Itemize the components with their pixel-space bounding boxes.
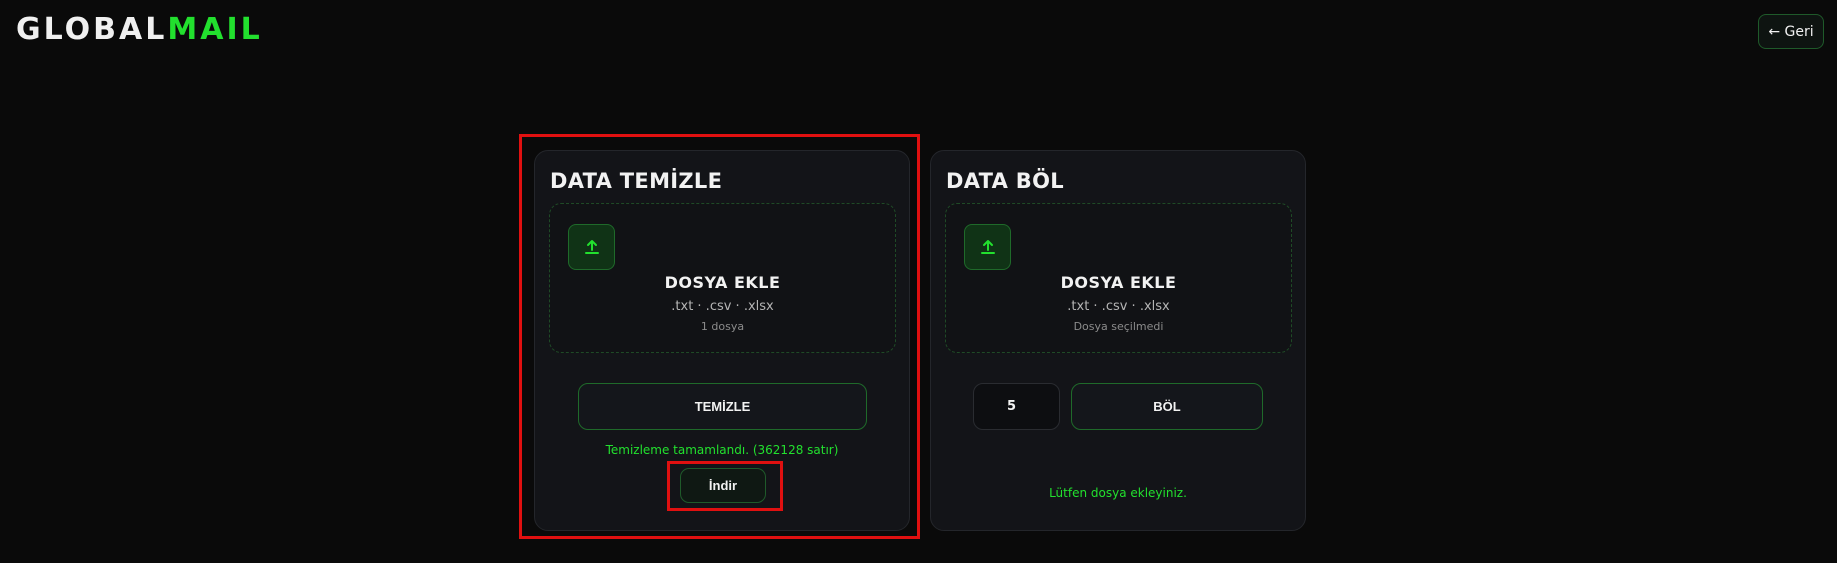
clean-dropzone-title: DOSYA EKLE bbox=[664, 273, 781, 292]
split-dropzone-title: DOSYA EKLE bbox=[1060, 273, 1177, 292]
clean-dropzone-status: 1 dosya bbox=[700, 320, 745, 333]
split-card-title: DATA BÖL bbox=[946, 169, 1064, 193]
logo-part-mail: MAIL bbox=[167, 12, 263, 47]
split-dropzone[interactable]: DOSYA EKLE .txt · .csv · .xlsx Dosya seç… bbox=[945, 203, 1292, 353]
clean-upload-button[interactable] bbox=[568, 224, 615, 270]
split-card: DATA BÖL DOSYA EKLE .txt · .csv · .xlsx … bbox=[930, 150, 1306, 531]
split-upload-button[interactable] bbox=[964, 224, 1011, 270]
logo: GLOBALMAIL bbox=[16, 12, 263, 48]
page: GLOBALMAIL ← Geri DATA TEMİZLE DOSYA EKL… bbox=[0, 0, 1837, 563]
upload-icon bbox=[584, 240, 599, 254]
split-message: Lütfen dosya ekleyiniz. bbox=[1049, 486, 1187, 500]
split-button[interactable]: BÖL bbox=[1071, 383, 1263, 430]
clean-card: DATA TEMİZLE DOSYA EKLE .txt · .csv · .x… bbox=[534, 150, 910, 531]
split-dropzone-status: Dosya seçilmedi bbox=[1073, 320, 1164, 333]
split-parts-input[interactable] bbox=[973, 383, 1060, 430]
split-dropzone-types: .txt · .csv · .xlsx bbox=[1067, 299, 1170, 314]
upload-icon bbox=[980, 240, 995, 254]
download-button[interactable]: İndir bbox=[680, 468, 766, 503]
logo-part-global: GLOBAL bbox=[16, 12, 168, 47]
clean-button[interactable]: TEMİZLE bbox=[578, 383, 867, 430]
clean-card-title: DATA TEMİZLE bbox=[550, 169, 723, 193]
clean-result-message: Temizleme tamamlandı. (362128 satır) bbox=[605, 443, 839, 457]
clean-dropzone-types: .txt · .csv · .xlsx bbox=[671, 299, 774, 314]
clean-dropzone[interactable]: DOSYA EKLE .txt · .csv · .xlsx 1 dosya bbox=[549, 203, 896, 353]
back-button[interactable]: ← Geri bbox=[1758, 14, 1824, 49]
